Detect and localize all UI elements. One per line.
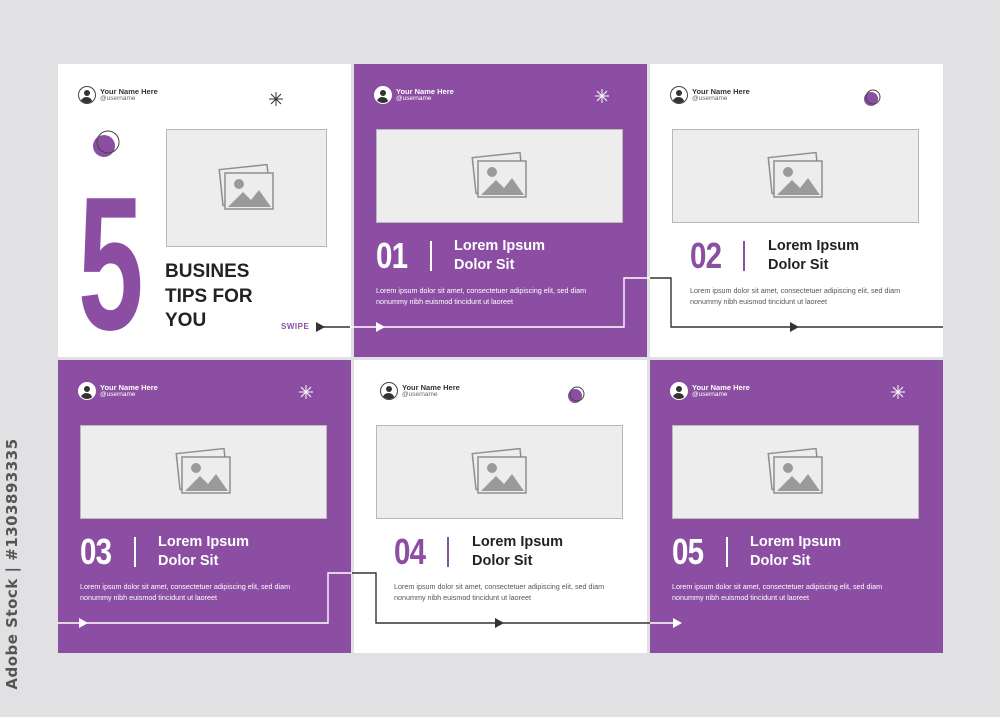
author-name: Your Name Here (402, 383, 460, 392)
divider (430, 241, 432, 271)
author-handle: @username (100, 95, 136, 102)
image-placeholder (672, 129, 919, 223)
sparkle-icon (595, 89, 609, 103)
tip-number: 03 (80, 531, 112, 572)
author-handle: @username (396, 95, 432, 102)
tip-title: Lorem Ipsum Dolor Sit (158, 534, 250, 569)
image-placeholder-icon (470, 152, 527, 198)
image-placeholder-icon (174, 448, 231, 494)
image-placeholder (166, 129, 327, 247)
divider (134, 537, 136, 567)
author-block: Your Name Here @username (78, 382, 158, 400)
tip-body: Lorem ipsum dolor sit amet, consectetuer… (80, 582, 291, 602)
image-placeholder-icon (217, 164, 274, 210)
image-placeholder-icon (766, 152, 823, 198)
author-handle: @username (100, 391, 136, 398)
cover-title-line-3: YOU (165, 310, 207, 331)
author-block: Your Name Here @username (670, 382, 750, 400)
carousel-template-grid: Your Name Here @username 5 BUSINES TIPS … (58, 64, 943, 653)
author-handle: @username (692, 95, 728, 102)
author-name: Your Name Here (396, 87, 454, 96)
author-block: Your Name Here @username (78, 86, 158, 104)
tip-body: Lorem ipsum dolor sit amet, consectetuer… (394, 582, 605, 602)
sparkle-icon (299, 385, 313, 399)
author-name: Your Name Here (100, 87, 158, 96)
decorative-circle-icon (864, 89, 881, 106)
tip-title: Lorem Ipsum Dolor Sit (750, 534, 842, 569)
image-placeholder-icon (470, 448, 527, 494)
author-handle: @username (692, 391, 728, 398)
tip-panel-04: Your Name Here @username 04 Lorem Ipsum … (354, 360, 647, 653)
tip-number: 04 (394, 531, 426, 572)
sparkle-icon (891, 385, 905, 399)
author-handle: @username (402, 391, 438, 398)
image-placeholder (376, 129, 623, 223)
user-avatar-icon (670, 86, 688, 104)
divider (726, 537, 728, 567)
tip-panel-03: Your Name Here @username 03 Lorem Ipsum … (58, 360, 351, 653)
author-name: Your Name Here (692, 383, 750, 392)
cover-title-line-2: TIPS FOR (165, 286, 253, 307)
tip-title: Lorem Ipsum Dolor Sit (768, 238, 860, 273)
image-placeholder (672, 425, 919, 519)
tip-panel-05: Your Name Here @username 05 Lorem Ipsum … (650, 360, 943, 653)
author-block: Your Name Here @username (374, 86, 454, 104)
tip-number: 05 (672, 531, 704, 572)
image-placeholder-icon (766, 448, 823, 494)
tip-body: Lorem ipsum dolor sit amet, consectetuer… (672, 582, 883, 602)
swipe-label: SWIPE (281, 322, 310, 331)
decorative-circle-icon (568, 386, 585, 403)
stock-id-watermark: Adobe Stock | #1303893335 (3, 438, 21, 690)
big-number: 5 (78, 158, 144, 357)
user-avatar-icon (670, 382, 688, 400)
user-avatar-icon (78, 86, 96, 104)
author-block: Your Name Here @username (670, 86, 750, 104)
tip-number: 01 (376, 235, 408, 276)
tip-panel-02: Your Name Here @username 02 Lorem Ipsum … (650, 64, 943, 357)
author-block: Your Name Here @username (380, 382, 460, 400)
author-name: Your Name Here (100, 383, 158, 392)
tip-title: Lorem Ipsum Dolor Sit (454, 238, 546, 273)
tip-number: 02 (690, 235, 722, 276)
cover-panel: Your Name Here @username 5 BUSINES TIPS … (58, 64, 351, 357)
sparkle-icon (269, 92, 283, 106)
tip-body: Lorem ipsum dolor sit amet, consectetuer… (376, 286, 587, 306)
divider (447, 537, 449, 567)
user-avatar-icon (78, 382, 96, 400)
author-name: Your Name Here (692, 87, 750, 96)
tip-panel-01: Your Name Here @username 01 Lorem Ipsum … (354, 64, 647, 357)
divider (743, 241, 745, 271)
user-avatar-icon (380, 382, 398, 400)
decorative-circle-icon (93, 130, 120, 157)
image-placeholder (80, 425, 327, 519)
tip-body: Lorem ipsum dolor sit amet, consectetuer… (690, 286, 901, 306)
image-placeholder (376, 425, 623, 519)
tip-title: Lorem Ipsum Dolor Sit (472, 534, 564, 569)
cover-title-line-1: BUSINES (165, 261, 250, 282)
user-avatar-icon (374, 86, 392, 104)
